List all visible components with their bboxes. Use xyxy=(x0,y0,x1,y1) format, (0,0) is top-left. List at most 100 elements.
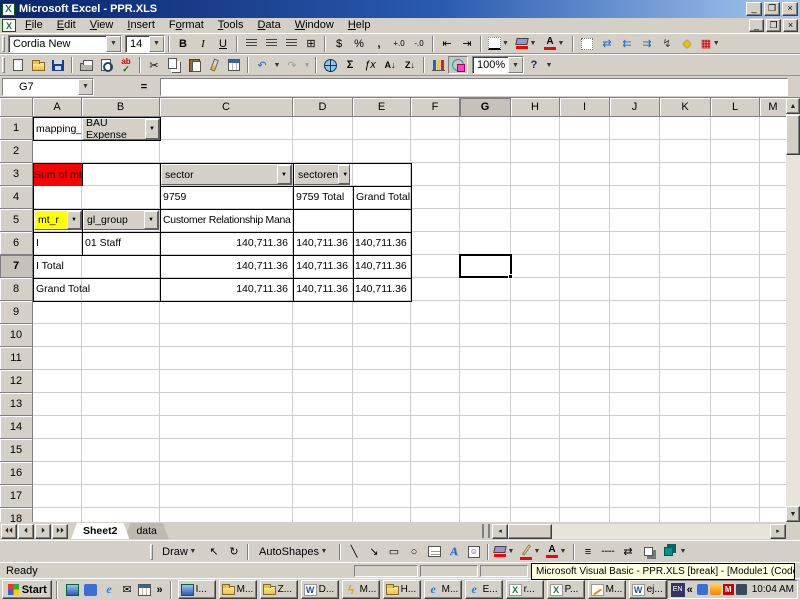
name-box-dropdown-icon[interactable]: ▼ xyxy=(78,79,93,95)
field-dropdown-icon[interactable]: ▼ xyxy=(144,211,158,229)
3d-icon[interactable] xyxy=(658,543,678,561)
oval-icon[interactable]: ○ xyxy=(404,543,424,561)
align-left-icon[interactable] xyxy=(241,35,261,53)
excel-app-icon[interactable]: X xyxy=(2,3,15,16)
tray-blue-icon[interactable] xyxy=(697,584,708,595)
row-header-2[interactable]: 2 xyxy=(0,140,33,163)
vertical-scroll-thumb[interactable] xyxy=(786,115,800,155)
vertical-scrollbar[interactable]: ▲ ▼ xyxy=(786,98,800,522)
chevron-down-icon[interactable]: ▼ xyxy=(508,57,523,73)
workbook-minimize-button[interactable]: _ xyxy=(749,19,764,32)
column-header-i[interactable]: I xyxy=(560,98,610,117)
undo-icon[interactable]: ↶ xyxy=(252,56,272,74)
column-header-f[interactable]: F xyxy=(411,98,460,117)
pivot-swap-fields-icon[interactable]: ⇄ xyxy=(597,35,617,53)
tray-chevron-icon[interactable]: « xyxy=(687,584,693,596)
row-header-15[interactable]: 15 xyxy=(0,439,33,462)
row-header-4[interactable]: 4 xyxy=(0,186,33,209)
tray-mcafee-icon[interactable] xyxy=(723,584,734,595)
save-icon[interactable] xyxy=(48,56,68,74)
menu-data[interactable]: Data xyxy=(250,18,287,33)
workbook-close-button[interactable]: × xyxy=(783,19,798,32)
drawing-icon[interactable] xyxy=(448,56,468,74)
menu-file[interactable]: File xyxy=(18,18,50,33)
row-header-10[interactable]: 10 xyxy=(0,324,33,347)
column-header-l[interactable]: L xyxy=(711,98,760,117)
row-header-18[interactable]: 18 xyxy=(0,508,33,522)
chevron-down-icon[interactable]: ▼ xyxy=(106,36,121,52)
scroll-right-icon[interactable]: ▸ xyxy=(770,524,786,539)
close-button[interactable]: × xyxy=(782,2,798,16)
field-settings-icon[interactable]: ◆ xyxy=(677,35,697,53)
workbook-icon[interactable]: X xyxy=(2,19,16,32)
cell-c4[interactable]: 9759 xyxy=(163,186,289,208)
clip-art-icon[interactable]: ☺ xyxy=(464,543,484,561)
row-header-7[interactable]: 7 xyxy=(0,255,33,278)
toolbar-grip[interactable] xyxy=(2,57,5,73)
language-indicator[interactable]: EN xyxy=(671,583,685,597)
line-color-icon[interactable]: ▼ xyxy=(518,543,544,561)
zoom-combo[interactable]: 100% ▼ xyxy=(472,56,524,74)
restore-button[interactable]: ❐ xyxy=(764,2,780,16)
minimize-button[interactable]: _ xyxy=(746,2,762,16)
workbook-restore-button[interactable]: ❐ xyxy=(766,19,781,32)
paste-icon[interactable] xyxy=(184,56,204,74)
new-document-icon[interactable] xyxy=(8,56,28,74)
menu-edit[interactable]: Edit xyxy=(50,18,83,33)
row-header-11[interactable]: 11 xyxy=(0,347,33,370)
tray-orange-icon[interactable] xyxy=(710,584,721,595)
sort-ascending-icon[interactable]: A↓ xyxy=(380,56,400,74)
run-macro-icon[interactable]: ↯ xyxy=(657,35,677,53)
taskbar-button-5[interactable]: M... xyxy=(342,580,380,599)
arrow-icon[interactable]: ↘ xyxy=(364,543,384,561)
tab-split-handle[interactable] xyxy=(482,524,490,538)
scroll-down-icon[interactable]: ▼ xyxy=(786,506,800,522)
quicklaunch-ie-icon[interactable] xyxy=(101,582,116,597)
cell-c6[interactable]: 140,711.36 xyxy=(162,232,291,254)
row-header-16[interactable]: 16 xyxy=(0,462,33,485)
column-header-c[interactable]: C xyxy=(160,98,293,117)
align-right-icon[interactable] xyxy=(281,35,301,53)
column-header-a[interactable]: A xyxy=(33,98,82,117)
sheet-tab-data[interactable]: data xyxy=(124,523,168,539)
cell-a8[interactable]: Grand Total xyxy=(36,278,156,300)
rectangle-icon[interactable]: ▭ xyxy=(384,543,404,561)
active-cell-selection[interactable] xyxy=(459,254,512,278)
horizontal-scroll-thumb[interactable] xyxy=(508,524,552,539)
cell-d7[interactable]: 140,711.36 xyxy=(295,255,351,277)
gridlines-toggle-icon[interactable] xyxy=(577,35,597,53)
text-box-icon[interactable] xyxy=(424,543,444,561)
column-header-b[interactable]: B xyxy=(82,98,160,117)
print-icon[interactable] xyxy=(76,56,96,74)
menu-format[interactable]: Format xyxy=(162,18,211,33)
row-header-3[interactable]: 3 xyxy=(0,163,33,186)
row-header-12[interactable]: 12 xyxy=(0,370,33,393)
sheet-grid[interactable] xyxy=(33,117,786,522)
row-field-gl-group[interactable]: gl_group ▼ xyxy=(83,210,159,230)
print-preview-icon[interactable] xyxy=(96,56,116,74)
taskbar-button-2[interactable]: M... xyxy=(219,580,257,599)
column-header-h[interactable]: H xyxy=(511,98,560,117)
formula-input[interactable] xyxy=(160,78,788,96)
paste-function-icon[interactable]: ƒx xyxy=(360,56,380,74)
toolbar-options-icon[interactable]: ▼ xyxy=(544,57,554,73)
taskbar-button-8[interactable]: E... xyxy=(465,580,503,599)
copy-icon[interactable] xyxy=(164,56,184,74)
column-header-g[interactable]: G xyxy=(460,98,511,117)
cell-e8[interactable]: 140,711.36 xyxy=(355,278,409,300)
fill-handle[interactable] xyxy=(508,274,513,279)
select-objects-icon[interactable]: ↖ xyxy=(204,543,224,561)
row-header-1[interactable]: 1 xyxy=(0,117,33,140)
help-icon[interactable]: ? xyxy=(524,56,544,74)
chevron-down-icon[interactable]: ▼ xyxy=(149,36,164,52)
redo-icon[interactable]: ↷ xyxy=(282,56,302,74)
taskbar-button-6[interactable]: H... xyxy=(383,580,421,599)
underline-button[interactable]: U xyxy=(213,35,233,53)
merge-center-icon[interactable]: ⊞ xyxy=(301,35,321,53)
column-field-sectoren[interactable]: sectoren ▼ xyxy=(294,164,350,185)
cell-a1[interactable]: mapping_no xyxy=(36,118,81,140)
italic-button[interactable]: I xyxy=(193,35,213,53)
menu-tools[interactable]: Tools xyxy=(211,18,251,33)
pivot-move-right-icon[interactable]: ⇉ xyxy=(637,35,657,53)
row-header-9[interactable]: 9 xyxy=(0,301,33,324)
